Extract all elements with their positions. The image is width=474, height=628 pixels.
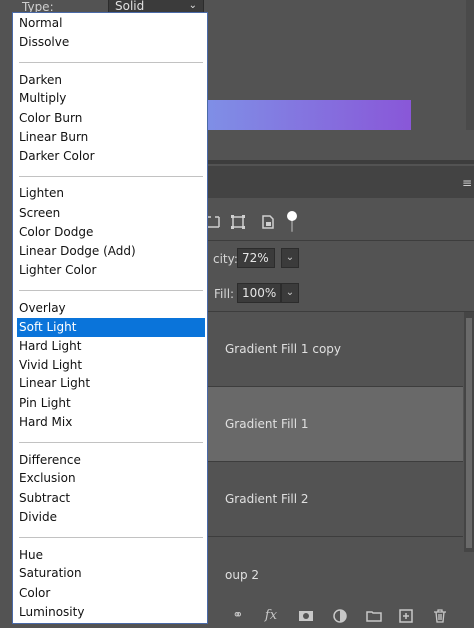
blend-mode-screen[interactable]: Screen	[19, 204, 203, 223]
fx-icon[interactable]: fx	[263, 608, 279, 624]
opacity-dropdown-icon[interactable]: ⌄	[281, 248, 299, 268]
layer-name: oup 2	[225, 568, 260, 582]
trash-icon[interactable]	[432, 608, 448, 624]
blend-mode-lighter-color[interactable]: Lighter Color	[19, 261, 203, 280]
layer-row[interactable]: oup 2	[207, 537, 463, 604]
lock-icon[interactable]	[260, 214, 276, 230]
menu-separator	[19, 442, 203, 443]
blend-mode-normal[interactable]: Normal	[19, 14, 203, 33]
opacity-label: city:	[213, 252, 238, 266]
blend-mode-hard-light[interactable]: Hard Light	[19, 337, 203, 356]
fill-input[interactable]: 100%	[237, 283, 281, 303]
blend-mode-multiply[interactable]: Multiply	[19, 89, 203, 108]
folder-icon[interactable]	[366, 608, 382, 624]
opacity-input[interactable]: 72%	[237, 248, 275, 268]
properties-scrollbar[interactable]	[466, 0, 474, 130]
layers-panel-header	[207, 166, 474, 198]
layer-row-selected[interactable]: Gradient Fill 1	[207, 387, 463, 462]
blend-mode-overlay[interactable]: Overlay	[19, 299, 203, 318]
blend-mode-luminosity[interactable]: Luminosity	[19, 603, 203, 622]
gradient-swatch[interactable]	[207, 100, 411, 130]
blend-mode-difference[interactable]: Difference	[19, 451, 203, 470]
layer-row[interactable]: Gradient Fill 1 copy	[207, 312, 463, 387]
blend-mode-pin-light[interactable]: Pin Light	[19, 394, 203, 413]
layer-filter-row	[207, 198, 474, 241]
menu-separator	[19, 290, 203, 291]
filter-toggle-icon[interactable]	[286, 210, 298, 234]
menu-separator	[19, 176, 203, 177]
blend-mode-soft-light[interactable]: Soft Light	[17, 318, 205, 337]
layer-name: Gradient Fill 1 copy	[225, 342, 341, 356]
layer-name: Gradient Fill 2	[225, 492, 309, 506]
fill-dropdown-icon[interactable]: ⌄	[281, 283, 299, 303]
panel-menu-icon[interactable]: ≡	[462, 176, 472, 190]
blend-mode-linear-burn[interactable]: Linear Burn	[19, 128, 203, 147]
blend-mode-lighten[interactable]: Lighten	[19, 184, 203, 203]
blend-mode-saturation[interactable]: Saturation	[19, 564, 203, 583]
blend-mode-darken[interactable]: Darken	[19, 71, 203, 90]
blend-mode-menu: Normal Dissolve Darken Multiply Color Bu…	[12, 12, 208, 624]
blend-mode-exclusion[interactable]: Exclusion	[19, 469, 203, 488]
blend-mode-color-dodge[interactable]: Color Dodge	[19, 223, 203, 242]
new-layer-icon[interactable]	[398, 608, 414, 624]
menu-separator	[19, 62, 203, 63]
layers-scrollbar-thumb[interactable]	[466, 318, 472, 548]
panel-divider	[207, 160, 474, 164]
artboard-icon[interactable]	[230, 214, 246, 230]
blend-mode-hard-mix[interactable]: Hard Mix	[19, 413, 203, 432]
fill-label: Fill:	[214, 287, 235, 301]
blend-mode-color-burn[interactable]: Color Burn	[19, 109, 203, 128]
link-icon[interactable]: ⚭	[230, 608, 246, 624]
blend-mode-divide[interactable]: Divide	[19, 508, 203, 527]
blend-mode-darker-color[interactable]: Darker Color	[19, 147, 203, 166]
mask-icon[interactable]	[298, 608, 314, 624]
blend-mode-linear-dodge[interactable]: Linear Dodge (Add)	[19, 242, 203, 261]
blend-mode-color[interactable]: Color	[19, 584, 203, 603]
layer-row[interactable]: Gradient Fill 2	[207, 462, 463, 537]
menu-separator	[19, 537, 203, 538]
blend-mode-subtract[interactable]: Subtract	[19, 489, 203, 508]
blend-mode-linear-light[interactable]: Linear Light	[19, 374, 203, 393]
adjustment-icon[interactable]	[332, 608, 348, 624]
blend-mode-hue[interactable]: Hue	[19, 546, 203, 565]
blend-mode-dissolve[interactable]: Dissolve	[19, 33, 203, 52]
blend-mode-vivid-light[interactable]: Vivid Light	[19, 356, 203, 375]
layer-name: Gradient Fill 1	[225, 417, 309, 431]
